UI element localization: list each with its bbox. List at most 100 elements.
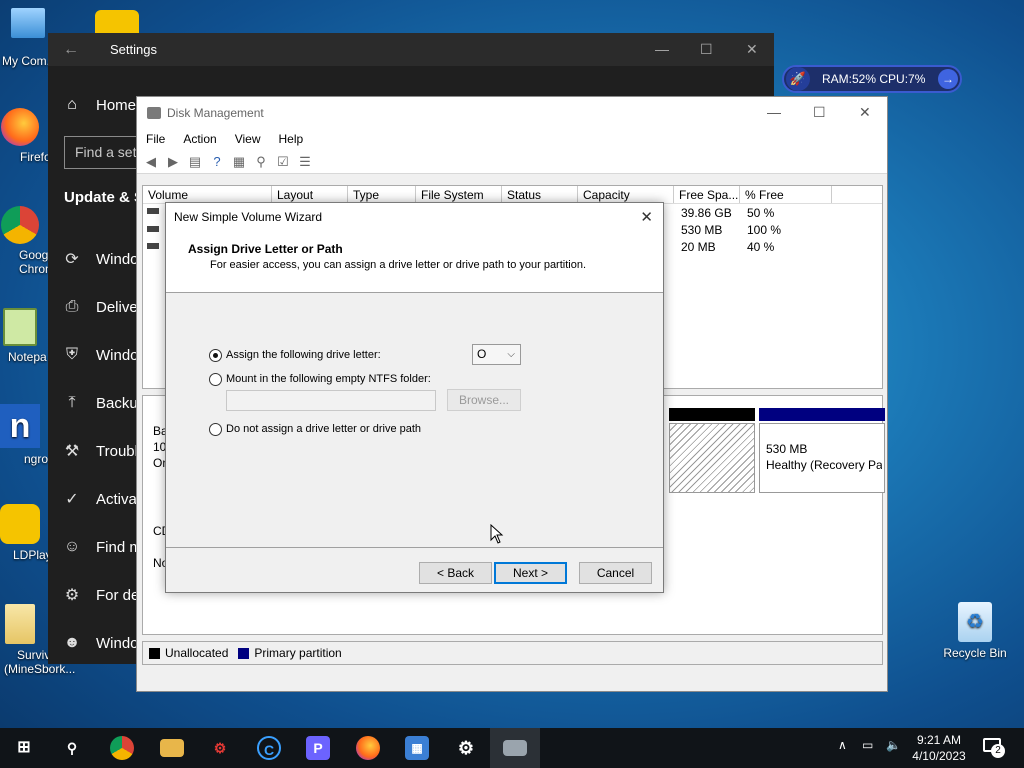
disk-management-taskbar-icon[interactable] <box>503 740 527 756</box>
back-arrow-icon[interactable]: ← <box>48 41 94 59</box>
col-type[interactable]: Type <box>348 186 416 203</box>
legend-swatch-unallocated <box>149 647 160 659</box>
help-icon[interactable]: ? <box>209 154 225 169</box>
dm-legend: Unallocated Primary partition <box>142 641 883 665</box>
wizard-separator <box>166 547 663 548</box>
windows-start-icon[interactable]: ⊞ <box>12 736 36 760</box>
clock-date: 4/10/2023 <box>912 749 966 763</box>
arrow-right-icon[interactable]: → <box>938 69 958 89</box>
settings-gear-icon[interactable]: ⚙ <box>454 736 478 760</box>
ldplayer-top-icon[interactable] <box>95 10 139 34</box>
settings-nav-backup[interactable]: ⤒ Backup <box>48 383 148 423</box>
network-icon[interactable]: ▭ <box>862 738 873 768</box>
close-icon[interactable]: ✕ <box>640 208 653 226</box>
settings-nav-windows-insider[interactable]: ☻ Windo <box>48 623 148 663</box>
forward-arrow-icon[interactable]: ▶ <box>165 154 181 169</box>
col-free-space[interactable]: Free Spa... <box>674 186 740 203</box>
back-arrow-icon[interactable]: ◀ <box>143 154 159 169</box>
maximize-icon[interactable]: ☐ <box>700 41 713 58</box>
row-icon <box>147 208 159 214</box>
wizard-title: New Simple Volume Wizard <box>174 210 323 224</box>
cell-percent-free: 100 % <box>747 223 782 237</box>
app-red-icon[interactable]: ⚙ <box>208 736 232 760</box>
app-p-icon[interactable]: P <box>306 736 330 760</box>
calculator-icon[interactable]: ▦ <box>405 736 429 760</box>
menu-help[interactable]: Help <box>270 132 313 146</box>
dm-title: Disk Management <box>167 105 264 120</box>
properties-icon[interactable]: ▦ <box>231 154 247 169</box>
mount-folder-path-input[interactable] <box>226 390 436 411</box>
taskbar-clock[interactable]: 9:21 AM 4/10/2023 <box>905 732 973 764</box>
cell-percent-free: 40 % <box>747 240 775 254</box>
minimize-icon[interactable]: — <box>767 104 781 120</box>
ngrok-icon: n <box>0 404 40 448</box>
label-mount-folder: Mount in the following empty NTFS folder… <box>226 373 431 385</box>
chrome-icon <box>1 206 39 244</box>
settings-nav-find-my-device[interactable]: ☺ Find m <box>48 527 148 567</box>
col-percent-free[interactable]: % Free <box>740 186 832 203</box>
settings-home[interactable]: ⌂ Home <box>48 89 136 121</box>
dm-menubar: File Action View Help <box>137 128 887 150</box>
show-hidden-icons-icon[interactable]: ∧ <box>838 738 847 768</box>
maximize-icon[interactable]: ☐ <box>813 104 826 121</box>
legend-primary: Primary partition <box>254 646 342 660</box>
col-layout[interactable]: Layout <box>272 186 348 203</box>
check-icon[interactable]: ☑ <box>275 154 291 169</box>
chevron-down-icon: ⌵ <box>507 349 515 360</box>
menu-view[interactable]: View <box>226 132 270 146</box>
partition-bar-black <box>669 408 755 421</box>
radio-assign-letter[interactable] <box>209 349 222 362</box>
wizard-subheading: For easier access, you can assign a driv… <box>210 259 587 271</box>
cancel-button[interactable]: Cancel <box>579 562 652 584</box>
new-simple-volume-wizard: New Simple Volume Wizard ✕ Assign Drive … <box>165 202 664 593</box>
cell-free-space: 20 MB <box>681 240 716 254</box>
menu-action[interactable]: Action <box>174 132 225 146</box>
chrome-icon[interactable] <box>110 736 134 760</box>
minimize-icon[interactable]: — <box>655 41 669 57</box>
label-no-letter: Do not assign a drive letter or drive pa… <box>226 423 422 435</box>
close-icon[interactable]: ✕ <box>859 104 871 121</box>
file-explorer-icon[interactable] <box>160 739 184 757</box>
col-volume[interactable]: Volume <box>143 186 272 203</box>
wizard-titlebar: New Simple Volume Wizard <box>166 203 663 231</box>
connect-icon[interactable]: ⚲ <box>253 154 269 169</box>
col-status[interactable]: Status <box>502 186 578 203</box>
browse-button[interactable]: Browse... <box>447 389 521 411</box>
drive-letter-select[interactable]: O ⌵ <box>472 344 521 365</box>
next-button[interactable]: Next > <box>494 562 567 584</box>
settings-nav-windows-security[interactable]: ⛨ Windo <box>48 335 148 375</box>
list-icon[interactable]: ☰ <box>297 154 313 169</box>
notification-center-icon[interactable]: 2 <box>981 736 1007 760</box>
radio-no-letter[interactable] <box>209 423 222 436</box>
disk-management-icon <box>147 106 161 119</box>
settings-nav-troubleshoot[interactable]: ⚒ Troubl <box>48 431 148 471</box>
partition-unallocated-hatched[interactable] <box>669 423 755 493</box>
settings-nav-activation[interactable]: ✓ Activat <box>48 479 148 519</box>
col-file-system[interactable]: File System <box>416 186 502 203</box>
console-icon[interactable]: ▤ <box>187 154 203 169</box>
taskbar: ⊞ ⚲ ⚙ C P ▦ ⚙ ∧ ▭ 🔈 9:21 AM 4/10/2023 2 <box>0 728 1024 768</box>
volume-icon[interactable]: 🔈 <box>886 738 901 768</box>
back-button[interactable]: < Back <box>419 562 492 584</box>
notepad-icon <box>3 308 37 346</box>
rocket-icon: 🚀 <box>786 67 810 91</box>
legend-unallocated: Unallocated <box>165 646 229 660</box>
system-monitor-widget[interactable]: 🚀 RAM:52% CPU:7% → <box>782 65 962 93</box>
backup-icon: ⤒ <box>68 394 76 411</box>
partition-recovery[interactable]: 530 MB Healthy (Recovery Pa <box>759 423 885 493</box>
desktop-icon-recycle-bin[interactable]: ♻ Recycle Bin <box>937 602 1013 660</box>
wrench-icon: ⚒ <box>64 443 80 460</box>
cell-free-space: 530 MB <box>681 223 723 237</box>
col-capacity[interactable]: Capacity <box>578 186 674 203</box>
menu-file[interactable]: File <box>137 132 174 146</box>
app-c-icon[interactable]: C <box>257 736 281 760</box>
settings-nav-windows-update[interactable]: ⟳ Windo <box>48 239 148 279</box>
firefox-icon[interactable] <box>356 736 380 760</box>
check-circle-icon: ✓ <box>65 491 79 508</box>
recovery-status: Healthy (Recovery Pa <box>766 458 882 472</box>
search-icon[interactable]: ⚲ <box>60 736 84 760</box>
settings-nav-for-developers[interactable]: ⚙ For dev <box>48 575 148 615</box>
settings-nav-delivery[interactable]: ⎙ Deliver <box>48 287 148 327</box>
close-icon[interactable]: ✕ <box>746 41 758 58</box>
radio-mount-folder[interactable] <box>209 373 222 386</box>
